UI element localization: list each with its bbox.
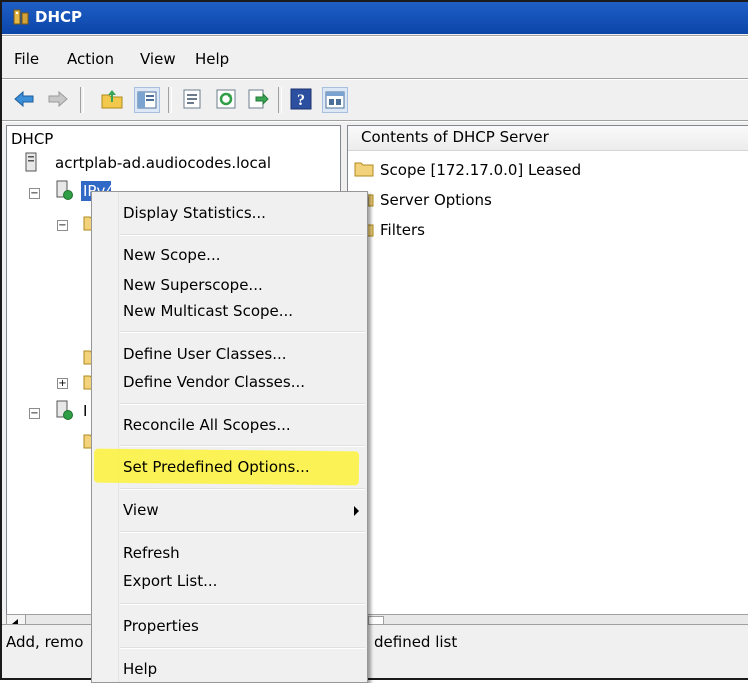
collapse-icon[interactable]: −	[29, 408, 40, 419]
toolbar-separator	[168, 87, 172, 113]
menu-help[interactable]: Help	[195, 50, 229, 68]
menu-icon-stripe	[92, 192, 119, 682]
menu-bar: File Action View Help	[2, 47, 748, 73]
console-tree-icon[interactable]	[322, 87, 348, 113]
status-text-left: Add, remo	[6, 633, 84, 651]
list-item[interactable]: Server Options	[348, 190, 748, 212]
export-icon[interactable]	[246, 87, 270, 111]
folder-icon	[354, 162, 374, 177]
show-hide-tree-icon[interactable]	[134, 87, 160, 113]
tree-root-dhcp[interactable]: DHCP	[11, 130, 53, 148]
tree-server-node[interactable]: acrtplab-ad.audiocodes.local	[55, 154, 271, 172]
details-pane: Contents of DHCP Server Scope [172.17.0.…	[347, 125, 748, 627]
title-bar[interactable]: DHCP	[2, 2, 748, 34]
refresh-icon[interactable]	[214, 87, 238, 111]
collapse-icon[interactable]: −	[57, 220, 68, 231]
tree-ipv6-node[interactable]: I	[83, 402, 87, 420]
menu-item-new-scope[interactable]: New Scope...	[123, 246, 221, 264]
menu-view[interactable]: View	[140, 50, 176, 68]
list-item-label: Scope [172.17.0.0] Leased	[380, 161, 582, 179]
submenu-arrow-icon	[354, 506, 359, 516]
menu-item-reconcile-all-scopes[interactable]: Reconcile All Scopes...	[123, 416, 291, 434]
window-title: DHCP	[35, 8, 83, 26]
toolbar-separator	[278, 87, 282, 113]
menu-separator	[120, 331, 365, 333]
expand-icon[interactable]: +	[57, 378, 68, 389]
ipv4-server-icon	[56, 180, 73, 200]
menu-item-display-statistics[interactable]: Display Statistics...	[123, 204, 266, 222]
status-text-right: defined list	[374, 633, 458, 651]
menu-item-define-vendor-classes[interactable]: Define Vendor Classes...	[123, 373, 305, 391]
collapse-icon[interactable]: −	[29, 188, 40, 199]
divider	[2, 78, 748, 80]
menu-item-new-multicast-scope[interactable]: New Multicast Scope...	[123, 302, 293, 320]
svg-text:?: ?	[297, 92, 305, 109]
properties-icon[interactable]	[180, 87, 204, 111]
menu-item-refresh[interactable]: Refresh	[123, 544, 180, 562]
back-icon[interactable]	[12, 87, 36, 111]
dhcp-app-icon	[13, 9, 29, 25]
list-item-label: Filters	[380, 221, 425, 239]
toolbar: ?	[2, 85, 748, 117]
menu-item-set-predefined-options[interactable]: Set Predefined Options...	[123, 458, 310, 476]
forward-icon[interactable]	[46, 87, 70, 111]
menu-separator	[120, 647, 365, 649]
help-icon[interactable]: ?	[289, 87, 313, 111]
toolbar-separator	[80, 87, 84, 113]
menu-file[interactable]: File	[14, 50, 39, 68]
menu-item-new-superscope[interactable]: New Superscope...	[123, 276, 263, 294]
column-header[interactable]: Contents of DHCP Server	[348, 126, 748, 151]
divider	[2, 35, 748, 37]
context-menu: Display Statistics... New Scope... New S…	[91, 191, 368, 683]
list-item[interactable]: Scope [172.17.0.0] Leased	[348, 160, 748, 182]
menu-separator	[120, 445, 365, 447]
menu-action[interactable]: Action	[67, 50, 114, 68]
menu-separator	[120, 603, 365, 605]
menu-separator	[120, 488, 365, 490]
list-item[interactable]: Filters	[348, 220, 748, 242]
server-icon	[25, 152, 37, 172]
menu-separator	[120, 531, 365, 533]
menu-item-define-user-classes[interactable]: Define User Classes...	[123, 345, 287, 363]
divider	[2, 120, 748, 122]
ipv6-server-icon	[56, 400, 73, 420]
column-header-label: Contents of DHCP Server	[361, 128, 549, 146]
up-folder-icon[interactable]	[100, 87, 124, 111]
menu-item-help[interactable]: Help	[123, 660, 157, 678]
list-item-label: Server Options	[380, 191, 492, 209]
menu-item-export-list[interactable]: Export List...	[123, 572, 217, 590]
menu-item-view[interactable]: View	[123, 501, 159, 519]
menu-separator	[120, 234, 365, 236]
menu-item-properties[interactable]: Properties	[123, 617, 199, 635]
menu-separator	[120, 403, 365, 405]
